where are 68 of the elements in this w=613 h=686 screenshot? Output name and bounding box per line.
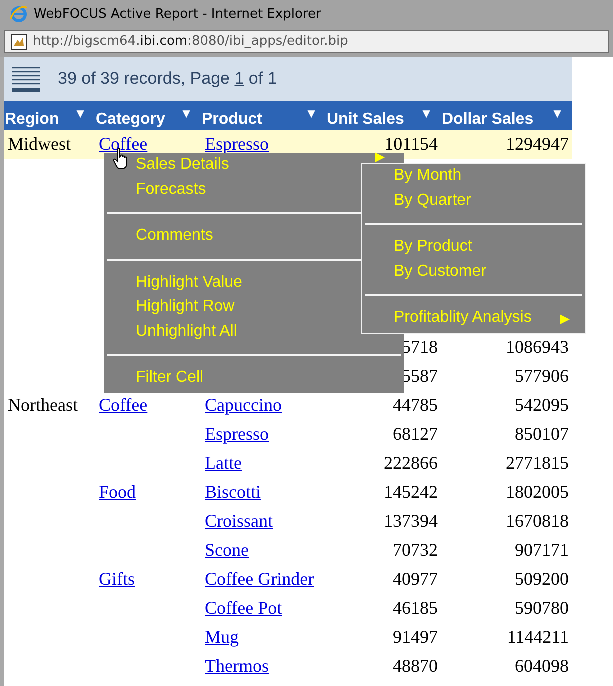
page-icon [11,34,27,50]
menu-icon[interactable] [12,65,40,93]
category-link[interactable]: Gifts [99,569,135,589]
product-link[interactable]: Biscotti [205,482,262,502]
table-cell-text: Midwest [7,134,72,155]
sort-arrow[interactable]: ▼ [74,106,87,120]
table-cell-text: 604098 [514,656,570,677]
table-cell-text: 1294947 [505,134,570,155]
menu-item[interactable]: Filter Cell [107,366,401,390]
table-cell-text: 222866 [383,453,439,474]
table-cell-text: 1086943 [505,337,570,358]
table-cell-text: 68127 [392,424,439,445]
table-cell-text: 145242 [383,482,439,503]
table-cell-text: 101154 [384,134,439,154]
menu-item[interactable]: By Product [365,235,582,260]
table-cell-text: 542095 [514,395,570,416]
menu-item[interactable]: By Customer [365,260,582,284]
category-link[interactable]: Coffee [99,395,148,415]
category-link[interactable]: Food [99,482,136,502]
table-cell-text: Northeast [7,395,79,416]
column-header[interactable]: Product [202,111,262,129]
sort-arrow[interactable]: ▼ [180,106,193,120]
table-cell-text: 48870 [392,656,439,677]
sort-arrow[interactable]: ▼ [305,106,318,120]
table-cell-text: 46185 [392,598,439,619]
window-title: WebFOCUS Active Report - Internet Explorer [34,6,322,22]
column-header[interactable]: Dollar Sales [442,111,534,129]
table-cell-text: 1802005 [505,482,570,503]
menu-item[interactable]: By Quarter [365,188,582,213]
table-cell-text: 509200 [514,569,570,590]
product-link[interactable]: Scone [205,540,249,560]
table-cell-text: 137394 [383,511,439,532]
table-cell-text: 91497 [392,627,439,648]
address-field[interactable]: http://bigscm64.ibi.com:8080/ibi_apps/editor.bip [4,30,609,53]
table-cell-text: 1144211 [506,627,570,648]
submenu-arrow: ▶ [375,150,385,163]
product-link[interactable]: Capuccino [205,395,282,415]
product-link[interactable]: Coffee Grinder [205,569,314,589]
table-cell-text: 2771815 [505,453,570,474]
product-link[interactable]: Latte [205,453,242,473]
column-header[interactable]: Unit Sales [327,111,404,129]
table-cell-text: 70732 [392,540,439,561]
category-link[interactable]: Coffee [99,134,148,154]
menu-item[interactable]: By Month [365,164,582,188]
table-cell-text: 907171 [514,540,570,561]
product-link[interactable]: Coffee Pot [205,598,282,618]
sort-arrow[interactable]: ▼ [551,106,564,120]
table-cell-text: 1670818 [505,511,570,532]
table-cell-text: 44785 [392,395,439,416]
menu-item[interactable]: Profitablity Analysis ▶ [365,306,582,330]
product-link[interactable]: Mug [205,627,240,647]
submenu-arrow: ▶ [560,310,570,326]
table-cell-text: 5718 [401,337,439,358]
table-cell-text: 5587 [401,366,439,387]
sort-arrow[interactable]: ▼ [420,106,433,120]
product-link[interactable]: Croissant [205,511,274,531]
table-cell-text: 577906 [514,366,570,387]
column-header[interactable]: Region [5,111,60,129]
column-header[interactable]: Category [96,111,166,129]
browser-icon [10,5,28,23]
table-cell-text: 590780 [514,598,570,619]
product-link[interactable]: Thermos [205,656,269,676]
table-cell-text: 850107 [514,424,570,445]
product-link[interactable]: Espresso [205,424,269,444]
url-text: http://bigscm64.ibi.com:8080/ibi_apps/editor.bip [33,34,348,49]
table-cell-text: 40977 [392,569,439,590]
record-status: 39 of 39 records, Page 1 of 1 [58,69,278,89]
product-link[interactable]: Espresso [205,134,269,154]
